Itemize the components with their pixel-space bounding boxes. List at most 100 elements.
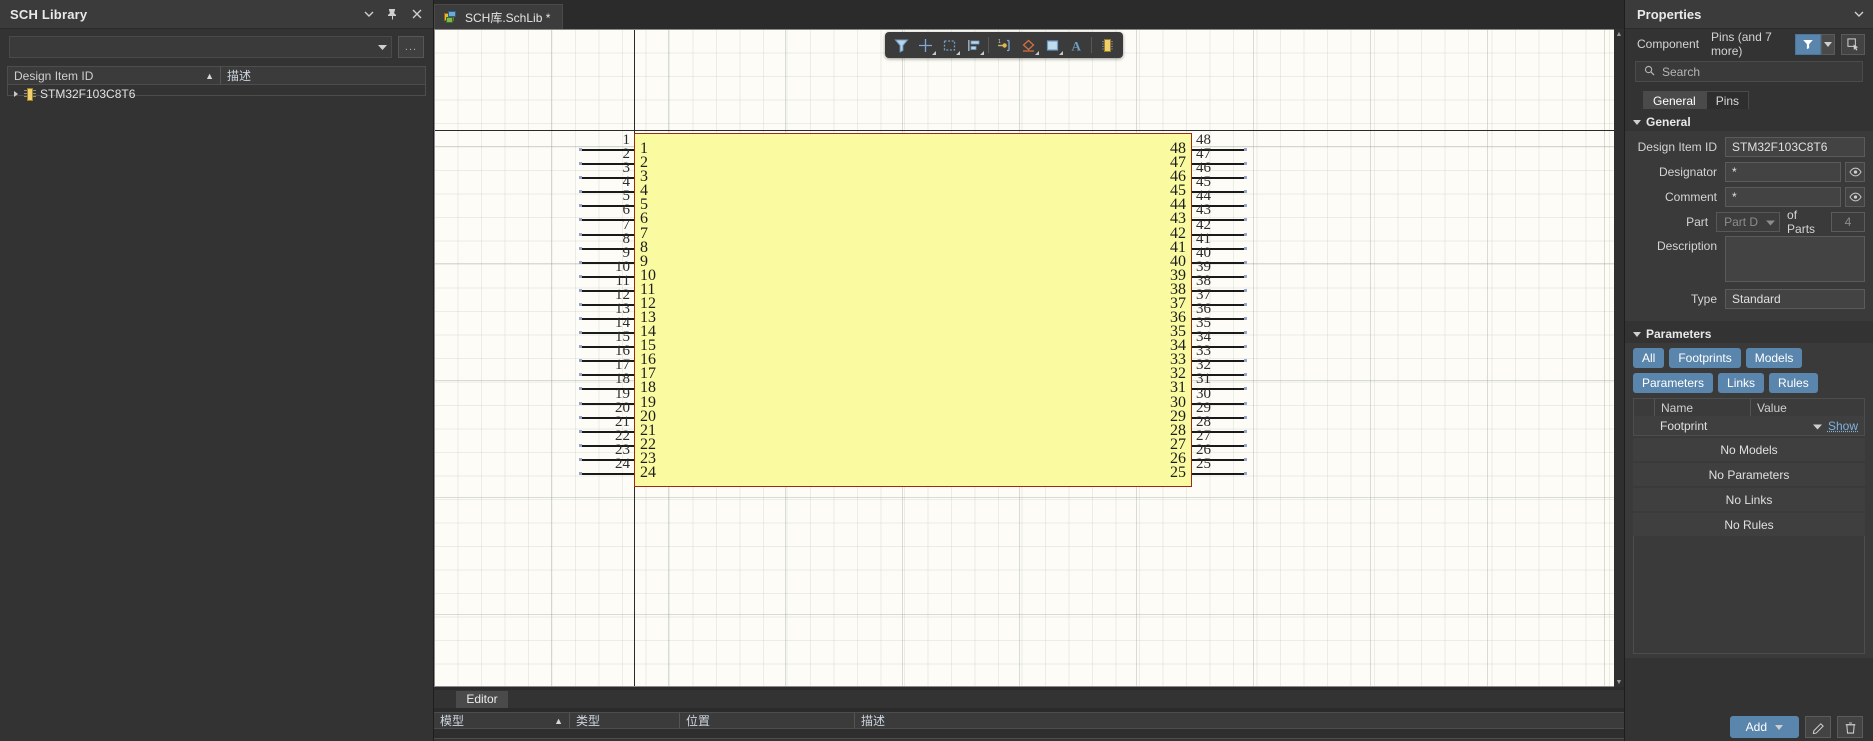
- add-button[interactable]: Add: [1730, 716, 1799, 738]
- pin-endpoint-right: [1244, 233, 1247, 236]
- pin-line-left[interactable]: [581, 473, 634, 475]
- column-type[interactable]: 类型: [569, 713, 679, 728]
- type-label: Type: [1633, 292, 1725, 306]
- column-description[interactable]: 描述: [854, 713, 1624, 728]
- column-label: Design Item ID: [14, 69, 93, 83]
- place-rectangle-icon[interactable]: [1040, 34, 1064, 56]
- properties-title-actions: [1852, 8, 1865, 21]
- design-items-grid: Design Item ID ▲ 描述 STM32F103C8T6: [7, 66, 426, 96]
- pin-endpoint-right: [1244, 444, 1247, 447]
- parameters-empty-area: [1633, 536, 1865, 654]
- place-component-icon[interactable]: [1095, 34, 1119, 56]
- empty-state-no-parameters: No Parameters: [1633, 463, 1865, 486]
- tab-editor[interactable]: Editor: [456, 691, 508, 708]
- empty-state-no-rules: No Rules: [1633, 513, 1865, 536]
- of-parts-label: of Parts: [1787, 208, 1824, 236]
- pin-endpoint-right: [1244, 430, 1247, 433]
- chevron-down-icon[interactable]: [1852, 8, 1865, 21]
- sch-library-title-bar: SCH Library: [0, 0, 433, 29]
- table-row[interactable]: STM32F103C8T6: [8, 85, 425, 103]
- model-grid-body: [434, 729, 1624, 739]
- general-section-header[interactable]: General: [1625, 113, 1873, 131]
- properties-search[interactable]: Search: [1635, 61, 1863, 82]
- pin-name-left: 24: [640, 464, 656, 482]
- pin-endpoint-right: [1244, 345, 1247, 348]
- chip-footprints[interactable]: Footprints: [1669, 348, 1740, 368]
- editor-tab-row: Editor: [434, 690, 1624, 708]
- chip-parameters[interactable]: Parameters: [1633, 373, 1713, 393]
- schematic-canvas-wrapper[interactable]: 1: [434, 29, 1624, 687]
- filter-icon[interactable]: [889, 34, 913, 56]
- chip-links[interactable]: Links: [1718, 373, 1764, 393]
- show-link[interactable]: Show: [1828, 419, 1858, 433]
- canvas-vertical-scrollbar[interactable]: ▲ ▼: [1614, 29, 1624, 687]
- svg-text:A: A: [1071, 38, 1081, 53]
- parameter-filter-chips: All Footprints Models Parameters Links R…: [1633, 348, 1865, 393]
- column-location[interactable]: 位置: [679, 713, 854, 728]
- library-options-button[interactable]: ...: [398, 36, 424, 58]
- empty-state-no-models: No Models: [1633, 438, 1865, 461]
- column-label: 模型: [440, 712, 464, 729]
- of-parts-value: 4: [1831, 212, 1865, 232]
- column-description[interactable]: 描述: [220, 67, 425, 84]
- edit-icon[interactable]: [1805, 716, 1831, 738]
- library-filter-combo[interactable]: [9, 36, 392, 58]
- scroll-up-icon[interactable]: ▲: [1614, 29, 1624, 39]
- tab-pins[interactable]: Pins: [1706, 91, 1749, 109]
- place-pin-icon[interactable]: 1: [992, 34, 1016, 56]
- application-window: SCH Library ...: [0, 0, 1873, 741]
- symbol-body[interactable]: [634, 133, 1192, 487]
- tab-sch-library-document[interactable]: SCH库.SchLib *: [434, 4, 563, 30]
- crosshair-icon[interactable]: [913, 34, 937, 56]
- close-icon[interactable]: [410, 8, 423, 21]
- properties-object-row: Component Pins (and 7 more): [1625, 29, 1873, 59]
- parameter-value-cell[interactable]: Show: [1750, 416, 1864, 435]
- part-select[interactable]: Part D: [1716, 212, 1780, 232]
- sort-ascending-icon: ▲: [205, 71, 214, 81]
- comment-input[interactable]: *: [1725, 187, 1841, 207]
- designator-input[interactable]: *: [1725, 162, 1841, 182]
- type-select[interactable]: Standard: [1725, 289, 1865, 309]
- expand-triangle-icon[interactable]: [14, 91, 18, 97]
- align-icon[interactable]: [961, 34, 985, 56]
- select-area-icon[interactable]: [937, 34, 961, 56]
- column-value[interactable]: Value: [1750, 399, 1864, 416]
- chip-all[interactable]: All: [1633, 348, 1664, 368]
- description-textarea[interactable]: [1725, 236, 1865, 282]
- column-design-item-id[interactable]: Design Item ID ▲: [8, 67, 220, 84]
- svg-text:1: 1: [998, 39, 1001, 45]
- schematic-library-icon: [444, 11, 459, 24]
- column-model[interactable]: 模型 ▲: [434, 713, 569, 728]
- table-row[interactable]: Footprint Show: [1634, 416, 1864, 435]
- chevron-down-icon[interactable]: [1813, 419, 1822, 433]
- tab-general[interactable]: General: [1643, 91, 1706, 109]
- filter-dropdown-caret[interactable]: [1821, 34, 1835, 55]
- place-text-icon[interactable]: A: [1064, 34, 1088, 56]
- scroll-down-icon[interactable]: ▼: [1614, 677, 1624, 687]
- delete-icon[interactable]: [1837, 716, 1863, 738]
- chevron-down-icon[interactable]: [362, 8, 375, 21]
- pin-line-right[interactable]: [1192, 473, 1245, 475]
- filter-objects-button[interactable]: [1795, 34, 1821, 55]
- pin-endpoint-right: [1244, 373, 1247, 376]
- column-name[interactable]: Name: [1654, 399, 1750, 416]
- description-label: Description: [1633, 236, 1725, 253]
- parameters-section-label: Parameters: [1646, 327, 1711, 341]
- parameters-section-header[interactable]: Parameters: [1625, 325, 1873, 343]
- pin-icon[interactable]: [386, 8, 399, 21]
- parameters-grid: Name Value Footprint Show: [1633, 398, 1865, 436]
- row-check[interactable]: [1634, 416, 1654, 435]
- comment-visibility-eye-icon[interactable]: [1845, 187, 1865, 207]
- column-label: 描述: [861, 712, 885, 729]
- chip-models[interactable]: Models: [1746, 348, 1803, 368]
- pin-endpoint-right: [1244, 162, 1247, 165]
- designator-visibility-eye-icon[interactable]: [1845, 162, 1865, 182]
- properties-panel: Properties Component Pins (and 7 more): [1624, 0, 1873, 741]
- parameter-name: Footprint: [1654, 416, 1750, 435]
- place-polygon-icon[interactable]: [1016, 34, 1040, 56]
- chevron-down-icon: [1766, 215, 1775, 229]
- pin-endpoint-right: [1244, 247, 1247, 250]
- chip-rules[interactable]: Rules: [1769, 373, 1818, 393]
- select-similar-icon[interactable]: [1841, 34, 1865, 55]
- design-item-id-input[interactable]: STM32F103C8T6: [1725, 137, 1865, 157]
